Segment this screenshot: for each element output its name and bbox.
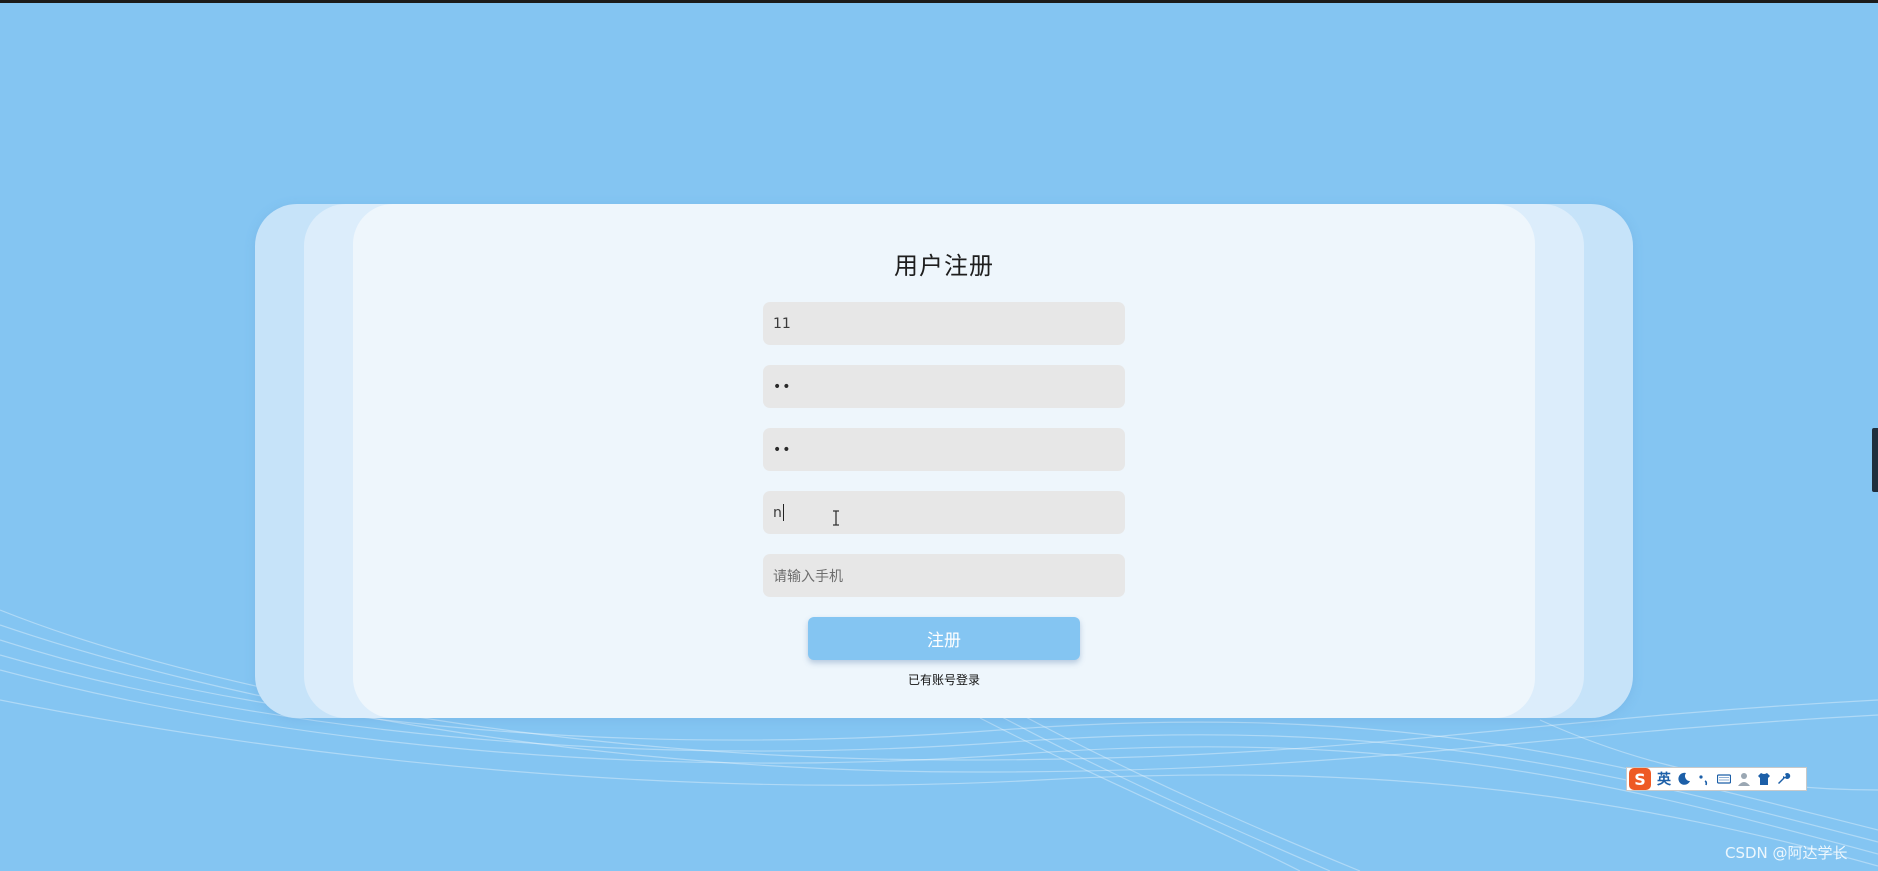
username-value: 11 [773,315,791,332]
moon-icon[interactable] [1677,772,1691,786]
password-input[interactable]: •• [763,365,1125,408]
fourth-input[interactable]: n [763,491,1125,534]
punctuation-icon[interactable] [1697,772,1711,786]
user-icon[interactable] [1737,772,1751,786]
form-title: 用户注册 [894,252,994,280]
phone-placeholder: 请输入手机 [773,568,843,585]
keyboard-icon[interactable] [1717,772,1731,786]
shirt-icon[interactable] [1757,772,1771,786]
side-scroll-handle[interactable] [1872,428,1878,492]
password-value: •• [773,378,792,395]
fourth-field-value: n [773,504,782,521]
ime-logo-icon[interactable]: S [1629,768,1651,790]
username-input[interactable]: 11 [763,302,1125,345]
register-button[interactable]: 注册 [808,617,1080,660]
ime-mode-label[interactable]: 英 [1657,769,1671,789]
login-link[interactable]: 已有账号登录 [908,671,980,688]
text-caret [782,504,784,521]
ime-toolbar[interactable]: S 英 [1626,767,1807,791]
page: 用户注册 11 •• •• n 请输入手机 注册 已有账号登录 S 英 CSDN… [0,0,1878,871]
watermark: CSDN @阿达学长 [1725,844,1848,862]
confirm-password-input[interactable]: •• [763,428,1125,471]
register-form: 用户注册 11 •• •• n 请输入手机 注册 已有账号登录 [763,248,1125,688]
confirm-password-value: •• [773,441,792,458]
wrench-icon[interactable] [1777,772,1791,786]
text-cursor-icon [833,510,839,526]
phone-input[interactable]: 请输入手机 [763,554,1125,597]
